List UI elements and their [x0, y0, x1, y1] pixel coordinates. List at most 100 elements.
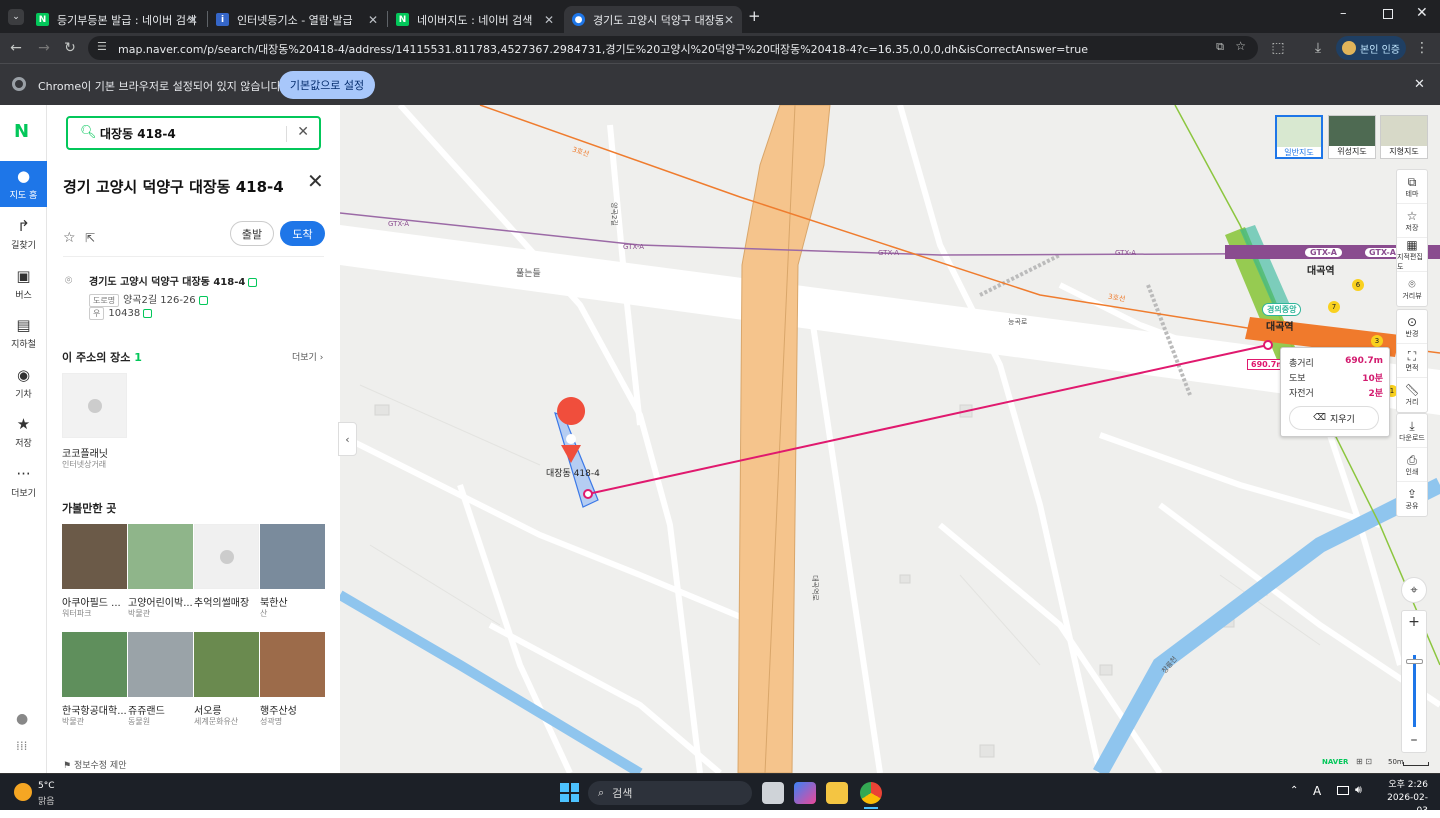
- nearby-thumbnail[interactable]: [62, 524, 127, 589]
- nearby-name[interactable]: 행주산성: [260, 702, 326, 717]
- weather-icon[interactable]: [14, 783, 32, 801]
- taskbar-clock[interactable]: 오후 2:26 2026-02-03: [1378, 779, 1428, 818]
- tab-4-active[interactable]: ● 경기도 고양시 덕양구 대장동 4 ✕: [564, 6, 742, 33]
- address-bar[interactable]: ☰ map.naver.com/p/search/대장동%20418-4/add…: [88, 36, 1258, 60]
- minimize-icon[interactable]: –: [1340, 6, 1347, 21]
- user-icon[interactable]: ●: [16, 711, 28, 727]
- distance-start-point[interactable]: [583, 489, 593, 499]
- nearby-name[interactable]: 한국항공대학...: [62, 702, 128, 717]
- place-name[interactable]: 코코플래닛: [62, 445, 128, 460]
- place-thumbnail[interactable]: [62, 373, 127, 438]
- share-button[interactable]: ⇪ 공유: [1397, 482, 1427, 516]
- station-badge-gyeongui[interactable]: 경의중앙: [1262, 303, 1302, 316]
- nearby-name[interactable]: 서오릉: [194, 702, 260, 717]
- zoom-handle[interactable]: [1406, 659, 1423, 664]
- site-info-icon[interactable]: ☰: [97, 40, 107, 53]
- rail-item-train[interactable]: ◉ 기차: [0, 360, 47, 406]
- locate-me-button[interactable]: ⌖: [1401, 577, 1427, 603]
- install-app-icon[interactable]: ⧉: [1216, 40, 1224, 54]
- start-button[interactable]: [560, 783, 579, 802]
- area-button[interactable]: ⛶ 면적: [1397, 344, 1427, 378]
- clear-distance-button[interactable]: ⌫ 지우기: [1289, 406, 1379, 430]
- download-icon[interactable]: ⤓: [1308, 38, 1328, 58]
- nearby-thumbnail[interactable]: [128, 632, 193, 697]
- volume-icon[interactable]: 🔊︎: [1355, 783, 1362, 797]
- set-default-button[interactable]: 기본값으로 설정: [279, 71, 375, 99]
- save-button[interactable]: ☆ 저장: [1397, 204, 1427, 238]
- naver-logo[interactable]: N: [14, 121, 29, 142]
- edit-suggest-link[interactable]: ⚑ 정보수정 제안: [63, 758, 127, 771]
- zoom-out-button[interactable]: –: [1402, 730, 1426, 752]
- chrome-menu-icon[interactable]: ⋮: [1412, 38, 1432, 58]
- nearby-thumbnail[interactable]: [62, 632, 127, 697]
- tab-search-icon[interactable]: ⌄: [8, 9, 24, 25]
- print-button[interactable]: ⎙ 인쇄: [1397, 448, 1427, 482]
- task-view-icon[interactable]: [762, 782, 784, 804]
- nearby-thumbnail[interactable]: [194, 524, 259, 589]
- station-badge-gtx[interactable]: GTX-A: [1304, 247, 1343, 258]
- tab-close-icon[interactable]: ✕: [544, 13, 554, 27]
- copy-icon[interactable]: [198, 295, 208, 305]
- cadastral-button[interactable]: ▦ 지적편집도: [1397, 238, 1427, 272]
- zoom-in-button[interactable]: +: [1402, 611, 1426, 633]
- clear-search-icon[interactable]: ✕: [297, 124, 309, 140]
- map-type-satellite[interactable]: 위성지도: [1328, 115, 1376, 159]
- rail-item-directions[interactable]: ↱ 길찾기: [0, 211, 47, 257]
- arrive-button[interactable]: 도착: [280, 221, 325, 246]
- tab-3[interactable]: N 네이버지도 : 네이버 검색 ✕: [388, 6, 562, 33]
- tab-close-icon[interactable]: ✕: [724, 13, 734, 27]
- ime-indicator[interactable]: A: [1313, 784, 1321, 798]
- radius-button[interactable]: ⊙ 반경: [1397, 310, 1427, 344]
- forward-icon[interactable]: →: [34, 38, 54, 58]
- rail-item-bus[interactable]: ▣ 버스: [0, 261, 47, 307]
- zoom-slider[interactable]: [1413, 655, 1416, 727]
- rail-item-more[interactable]: ··· 더보기: [0, 459, 47, 505]
- nearby-thumbnail[interactable]: [260, 632, 325, 697]
- street-view-button[interactable]: ⌾ 거리뷰: [1397, 272, 1427, 306]
- depart-button[interactable]: 출발: [230, 221, 274, 246]
- map-canvas[interactable]: 풀는들 대장동 418-4 GTX-A GTX-A GTX-A GTX-A 3호…: [340, 105, 1440, 773]
- file-explorer-icon[interactable]: [826, 782, 848, 804]
- rail-item-subway[interactable]: ▤ 지하철: [0, 310, 47, 356]
- tab-close-icon[interactable]: ✕: [368, 13, 378, 27]
- panel-close-icon[interactable]: ✕: [307, 169, 324, 193]
- chrome-taskbar-icon[interactable]: [860, 782, 882, 804]
- tray-chevron-icon[interactable]: ⌃: [1290, 785, 1298, 796]
- rail-item-map-home[interactable]: ● 지도 홈: [0, 161, 47, 207]
- search-input[interactable]: [100, 124, 280, 142]
- back-icon[interactable]: ←: [6, 38, 26, 58]
- copy-icon[interactable]: [143, 308, 153, 318]
- nearby-name[interactable]: 고양어린이박...: [128, 594, 194, 609]
- infobar-close-icon[interactable]: ✕: [1414, 77, 1425, 92]
- tab-2[interactable]: i 인터넷등기소 - 열람·발급 ✕: [208, 6, 386, 33]
- theme-button[interactable]: ⧉ 테마: [1397, 170, 1427, 204]
- rail-item-saved[interactable]: ★ 저장: [0, 409, 47, 455]
- favorite-star-icon[interactable]: ☆: [63, 230, 76, 246]
- nearby-thumbnail[interactable]: [260, 524, 325, 589]
- share-icon[interactable]: ⇱: [85, 231, 95, 245]
- url-text[interactable]: map.naver.com/p/search/대장동%20418-4/addre…: [118, 41, 1088, 57]
- nearby-name[interactable]: 북한산: [260, 594, 326, 609]
- distance-end-point[interactable]: [1263, 340, 1273, 350]
- nearby-thumbnail[interactable]: [194, 632, 259, 697]
- extensions-icon[interactable]: ⬚: [1268, 38, 1288, 58]
- window-close-icon[interactable]: ✕: [1416, 5, 1428, 21]
- copy-icon[interactable]: [248, 277, 258, 287]
- panel-collapse-button[interactable]: ‹: [338, 422, 357, 456]
- tab-1[interactable]: N 등기부등본 발급 : 네이버 검색 ✕: [28, 6, 206, 33]
- location-pin-icon[interactable]: [557, 397, 586, 425]
- profile-button[interactable]: 본인 인증: [1336, 36, 1406, 60]
- taskbar-search[interactable]: ⌕ 검색: [588, 781, 752, 805]
- map-svg[interactable]: [340, 105, 1440, 773]
- download-button[interactable]: ⤓ 다운로드: [1397, 414, 1427, 448]
- station-name-label[interactable]: 대곡역: [1307, 262, 1335, 277]
- distance-button[interactable]: 📏︎ 거리: [1397, 378, 1427, 412]
- map-type-terrain[interactable]: 지형지도: [1380, 115, 1428, 159]
- nearby-name[interactable]: 추억의썰매장: [194, 594, 260, 609]
- restore-icon[interactable]: [1383, 9, 1393, 19]
- nearby-thumbnail[interactable]: [128, 524, 193, 589]
- new-tab-icon[interactable]: +: [748, 7, 761, 25]
- copilot-icon[interactable]: [794, 782, 816, 804]
- map-type-normal[interactable]: 일반지도: [1275, 115, 1323, 159]
- tab-close-icon[interactable]: ✕: [188, 13, 198, 27]
